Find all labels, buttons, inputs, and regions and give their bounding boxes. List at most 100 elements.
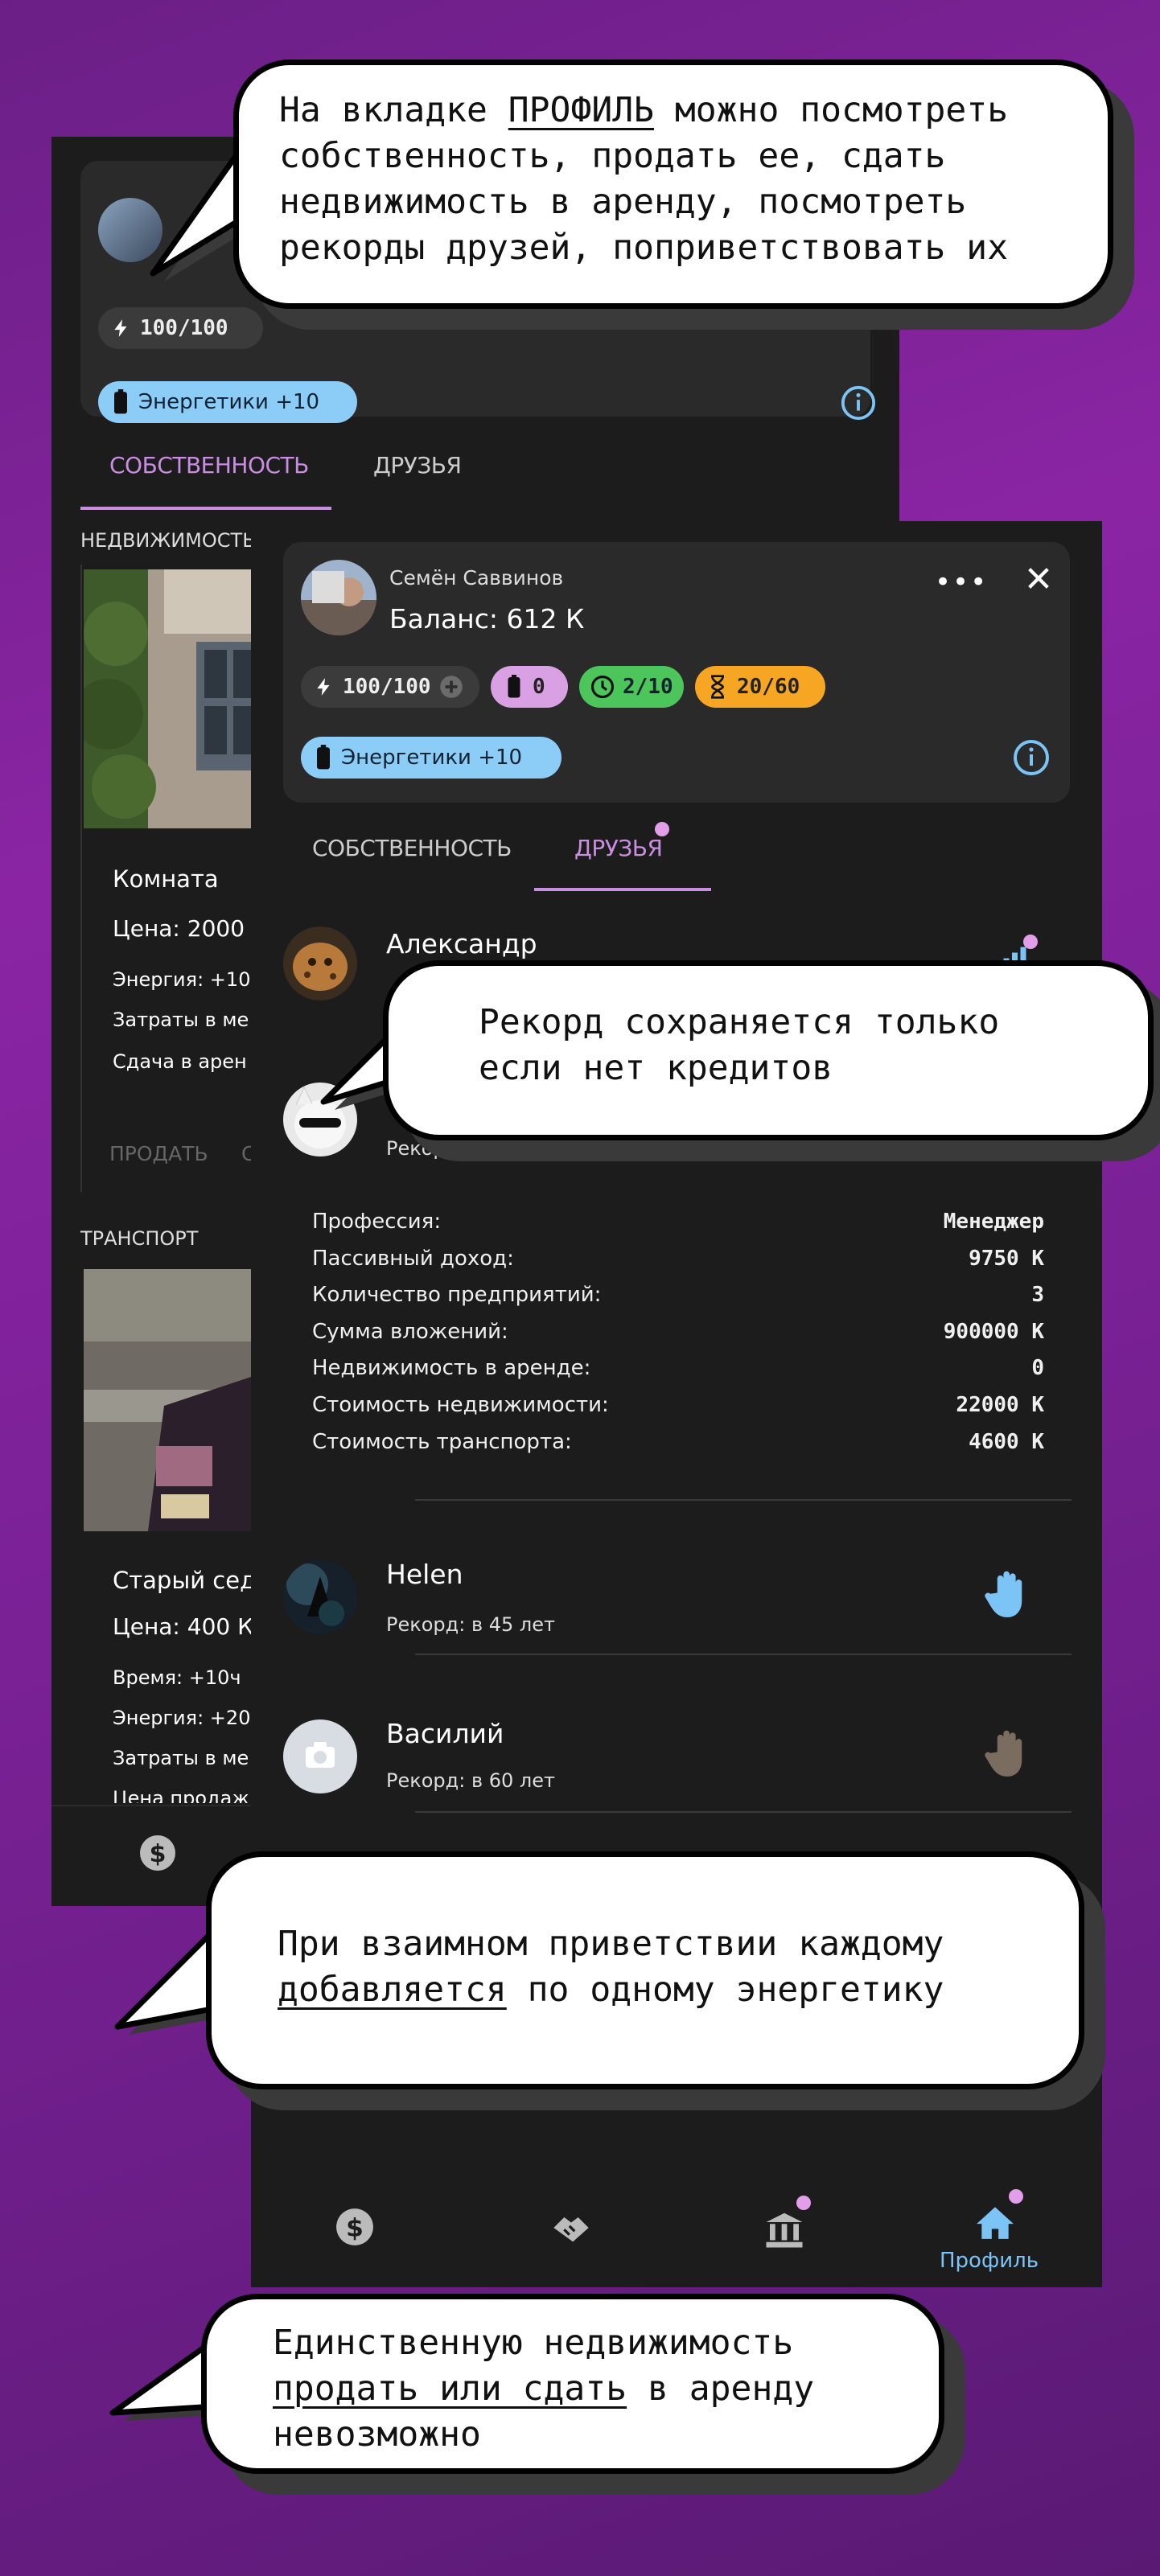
battery-chip: 0 [491, 666, 568, 708]
room-photo [84, 569, 261, 828]
stat-row: Профессия: Менеджер [312, 1210, 1044, 1242]
realty-title: Комната [113, 865, 219, 893]
hourglass-icon [710, 675, 725, 699]
divider [415, 1499, 1072, 1501]
nav-profile-label[interactable]: Профиль [940, 2249, 1039, 2273]
energy-value: 100/100 [140, 316, 228, 340]
svg-text:$: $ [150, 1840, 167, 1868]
friend-avatar[interactable] [283, 1719, 357, 1793]
profile-card: Семён Саввинов Баланс: 612 К ••• 100/100… [283, 542, 1070, 803]
tab-friends[interactable]: ДРУЗЬЯ [373, 452, 462, 479]
info-icon[interactable] [1012, 738, 1051, 777]
close-icon[interactable] [1025, 565, 1052, 592]
camera-icon [306, 1742, 335, 1768]
energetics-chip[interactable]: Энергетики +10 [301, 737, 561, 779]
callout-record: Рекорд сохраняется только если нет креди… [383, 960, 1154, 1140]
stat-value: 9750 К [969, 1246, 1044, 1271]
battery-icon [114, 389, 127, 414]
transport-title: Старый сед [113, 1567, 257, 1594]
stat-row: Пассивный доход: 9750 К [312, 1247, 1044, 1279]
info-icon[interactable] [840, 384, 877, 421]
clock-icon [590, 675, 615, 699]
energy-chip: 100/100 [98, 307, 263, 349]
profile-name: Семён Саввинов [389, 566, 564, 590]
transport-costs: Затраты в ме [113, 1747, 249, 1769]
svg-text:$: $ [346, 2213, 364, 2242]
divider [415, 1811, 1072, 1813]
stat-row: Недвижимость в аренде: 0 [312, 1356, 1044, 1388]
bank-icon[interactable] [763, 2208, 806, 2250]
tab-property[interactable]: СОБСТВЕННОСТЬ [109, 452, 309, 479]
tab-property[interactable]: СОБСТВЕННОСТЬ [312, 835, 512, 861]
energetics-chip[interactable]: Энергетики +10 [98, 381, 357, 423]
add-circle-icon [439, 676, 463, 698]
stat-value: 0 [1031, 1356, 1044, 1381]
realty-energy: Энергия: +10 [113, 968, 251, 991]
stat-label: Недвижимость в аренде: [312, 1356, 591, 1381]
notification-dot [1023, 935, 1038, 949]
callout-text: При взаимном приветствии каждому добавля… [278, 1924, 944, 2010]
stat-row: Сумма вложений: 900000 К [312, 1320, 1044, 1352]
callout-text: На вкладке ПРОФИЛЬ можно посмотреть собс… [279, 90, 1009, 268]
clock-value: 2/10 [623, 675, 673, 699]
stat-row: Стоимость недвижимости: 22000 К [312, 1393, 1044, 1425]
avatar[interactable] [301, 560, 376, 635]
friend-record: Рекорд: в 80 лет [386, 1137, 555, 1160]
stat-row: Количество предприятий: 3 [312, 1283, 1044, 1315]
stat-value: 4600 К [969, 1429, 1044, 1454]
callout-profile-tab: На вкладке ПРОФИЛЬ можно посмотреть собс… [233, 60, 1113, 309]
realty-rent: Сдача в арен [113, 1050, 247, 1073]
stat-label: Стоимость недвижимости: [312, 1393, 609, 1417]
sell-button[interactable]: ПРОДАТЬ [109, 1142, 208, 1165]
transport-heading: ТРАНСПОРТ [80, 1227, 199, 1250]
notification-dot [1009, 2189, 1023, 2204]
notification-dot [655, 822, 669, 836]
stat-label: Стоимость транспорта: [312, 1429, 572, 1454]
stat-row: Стоимость транспорта: 4600 К [312, 1430, 1044, 1462]
battery-icon [508, 675, 520, 698]
more-icon[interactable]: ••• [935, 566, 988, 598]
friend-name: Василий [386, 1718, 504, 1749]
stat-label: Количество предприятий: [312, 1283, 602, 1308]
stat-value: Менеджер [943, 1210, 1044, 1234]
transport-energy: Энергия: +20 [113, 1707, 251, 1729]
transport-time: Время: +10ч [113, 1666, 241, 1689]
transport-price: Цена: 400 К [113, 1613, 253, 1640]
stat-label: Сумма вложений: [312, 1319, 508, 1344]
dollar-icon[interactable]: $ [335, 2207, 375, 2247]
battery-icon [317, 745, 330, 770]
stat-value: 3 [1031, 1283, 1044, 1308]
hourglass-chip: 20/60 [695, 666, 825, 708]
dollar-icon[interactable]: $ [138, 1834, 177, 1872]
realty-heading: НЕДВИЖИМОСТЬ [80, 529, 256, 552]
wave-hand-icon[interactable] [985, 1728, 1035, 1781]
friend-avatar[interactable] [283, 1560, 357, 1634]
divider [415, 1654, 1072, 1655]
wave-hand-icon[interactable] [985, 1568, 1035, 1621]
stat-value: 900000 К [943, 1319, 1044, 1344]
callout-text: Единственную недвижимость продать или сд… [273, 2323, 815, 2455]
realty-costs: Затраты в ме [113, 1009, 249, 1031]
profile-balance: Баланс: 612 К [389, 603, 585, 635]
car-photo [84, 1269, 261, 1531]
tab-friends[interactable]: ДРУЗЬЯ [574, 835, 663, 861]
stat-value: 22000 К [956, 1393, 1044, 1417]
lightning-icon [114, 319, 127, 337]
hourglass-value: 20/60 [737, 675, 800, 699]
energetics-label: Энергетики +10 [138, 390, 320, 414]
friend-name: Александр [386, 928, 537, 959]
stat-label: Профессия: [312, 1210, 442, 1234]
realty-price: Цена: 2000 [113, 915, 245, 942]
stat-label: Пассивный доход: [312, 1246, 514, 1271]
callout-single-property: Единственную недвижимость продать или сд… [201, 2294, 944, 2474]
battery-value: 0 [533, 675, 545, 699]
handshake-icon[interactable] [550, 2210, 592, 2245]
friend-record: Рекорд: в 45 лет [386, 1613, 555, 1636]
energetics-label: Энергетики +10 [341, 746, 523, 770]
clock-chip: 2/10 [579, 666, 684, 708]
home-icon[interactable] [975, 2204, 1015, 2241]
friend-name: Helen [386, 1559, 463, 1590]
notification-dot [796, 2196, 811, 2210]
lightning-icon [317, 678, 330, 696]
divider [80, 565, 82, 1192]
